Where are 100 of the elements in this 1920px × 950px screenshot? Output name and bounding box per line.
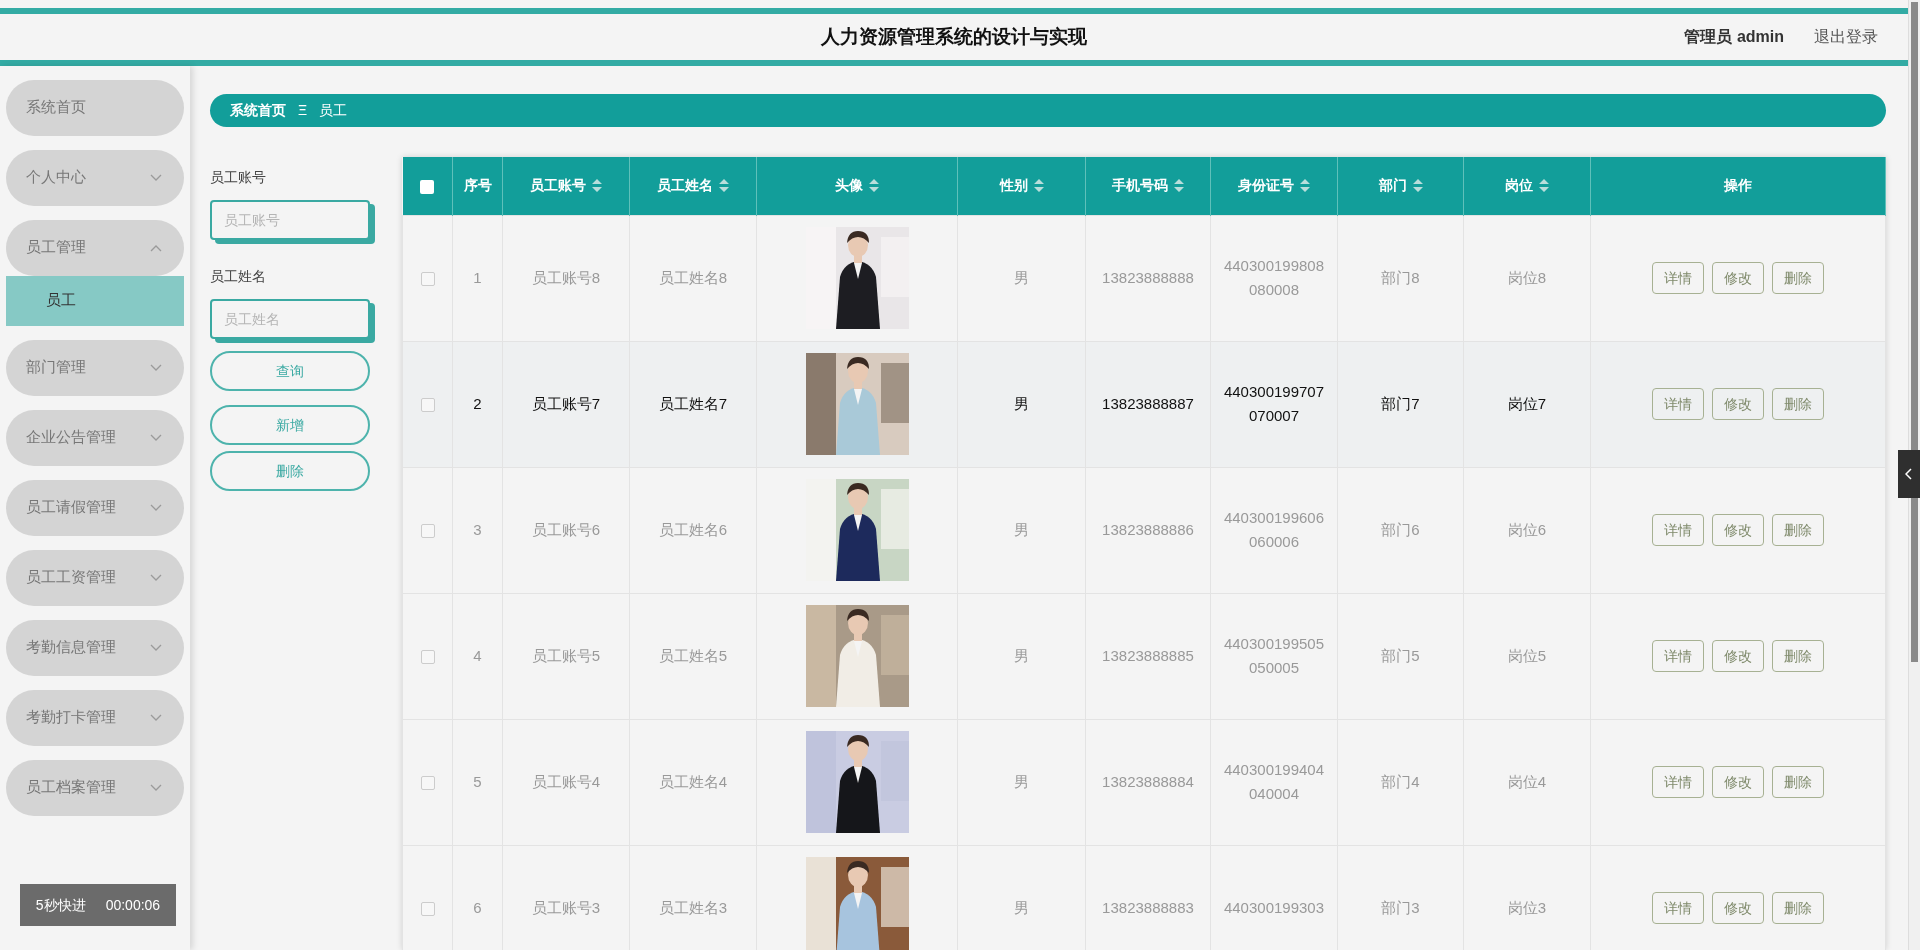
row-action-button[interactable]: 删除 [1772, 640, 1824, 673]
sort-icon [1412, 179, 1423, 193]
column-header: 部门 [1378, 177, 1407, 194]
action-button[interactable]: 查询 [210, 351, 370, 392]
column-header: 员工姓名 [657, 177, 713, 194]
row-checkbox[interactable] [420, 650, 435, 665]
sidebar-subitem[interactable]: 员工 [6, 276, 184, 326]
breadcrumb-separator: Ξ [298, 101, 308, 121]
table-cell: 岗位8 [1463, 215, 1591, 342]
table-cell: 员工账号5 [502, 593, 630, 720]
table-cell: 部门4 [1337, 719, 1464, 846]
column-header: 头像 [835, 177, 863, 194]
table-cell: 2 [452, 341, 503, 468]
sort-icon [1174, 179, 1184, 193]
table-cell: 岗位7 [1463, 341, 1591, 468]
sidebar-item[interactable]: 考勤信息管理 [6, 620, 184, 676]
collapse-button[interactable] [1898, 450, 1920, 498]
sort-icon [1300, 179, 1310, 193]
sidebar-item-label: 员工工资管理 [26, 568, 116, 588]
table-cell: 部门5 [1337, 593, 1464, 720]
input-field[interactable]: 员工姓名 [210, 299, 370, 340]
table-cell: 员工姓名4 [629, 719, 757, 846]
row-checkbox[interactable] [420, 398, 435, 413]
column-header: 性别 [999, 177, 1028, 194]
sort-icon [719, 179, 729, 193]
sidebar-item[interactable]: 个人中心 [6, 150, 184, 206]
row-action-button[interactable]: 详情 [1652, 766, 1704, 799]
column-header: 身份证号 [1238, 177, 1294, 194]
table-cell: 440300199505050005 [1210, 593, 1338, 720]
sidebar-item-label: 部门管理 [26, 358, 86, 378]
sidebar-item-label: 企业公告管理 [26, 428, 116, 448]
sort-icon [1033, 179, 1044, 193]
chevron-left-icon [1905, 468, 1913, 480]
action-button[interactable]: 删除 [210, 451, 370, 492]
row-action-button[interactable]: 详情 [1652, 892, 1704, 925]
table-cell: 13823888886 [1085, 467, 1211, 594]
table-cell: 员工姓名8 [629, 215, 757, 342]
scrollbar-thumb[interactable] [1911, 2, 1918, 662]
row-action-button[interactable]: 修改 [1712, 388, 1764, 421]
table-cell: 岗位4 [1463, 719, 1591, 846]
row-checkbox[interactable] [420, 524, 435, 539]
input-field[interactable]: 员工账号 [210, 200, 370, 241]
recorder-time: 00:00:06 [105, 895, 161, 915]
row-checkbox[interactable] [420, 272, 435, 287]
logout-link[interactable]: 退出登录 [1814, 25, 1878, 49]
table-cell: 男 [957, 719, 1086, 846]
row-action-button[interactable]: 详情 [1652, 262, 1704, 295]
breadcrumb-link[interactable]: 系统首页 [230, 100, 286, 122]
row-action-button[interactable]: 删除 [1772, 892, 1824, 925]
table-cell: 员工姓名6 [629, 467, 757, 594]
sidebar-item[interactable]: 员工档案管理 [6, 760, 184, 816]
table-cell: 部门7 [1337, 341, 1464, 468]
table-cell: 男 [957, 467, 1086, 594]
table-cell: 男 [957, 341, 1086, 468]
row-checkbox[interactable] [420, 776, 435, 791]
recorder-label: 5秒快进 [35, 895, 86, 915]
sidebar-item-label: 员工请假管理 [26, 498, 116, 518]
action-button[interactable]: 新增 [210, 405, 370, 446]
table-cell: 员工账号8 [502, 215, 630, 342]
column-header: 岗位 [1505, 177, 1533, 194]
table-cell: 3 [452, 467, 503, 594]
select-all-checkbox[interactable] [420, 179, 435, 194]
table-cell: 440300199606060006 [1210, 467, 1338, 594]
sidebar-item[interactable]: 员工管理 [6, 220, 184, 276]
row-action-button[interactable]: 详情 [1652, 388, 1704, 421]
table-cell: 5 [452, 719, 503, 846]
sidebar-item[interactable]: 考勤打卡管理 [6, 690, 184, 746]
sidebar-item[interactable]: 部门管理 [6, 340, 184, 396]
row-action-button[interactable]: 修改 [1712, 514, 1764, 547]
row-action-button[interactable]: 修改 [1712, 262, 1764, 295]
column-header: 序号 [463, 177, 492, 194]
table-cell: 13823888888 [1085, 215, 1211, 342]
table-cell: 13823888887 [1085, 341, 1211, 468]
row-action-button[interactable]: 删除 [1772, 514, 1824, 547]
sidebar-item[interactable]: 员工请假管理 [6, 480, 184, 536]
row-action-button[interactable]: 详情 [1652, 640, 1704, 673]
column-header: 手机号码 [1112, 177, 1168, 194]
row-action-button[interactable]: 删除 [1772, 388, 1824, 421]
table-cell: 岗位5 [1463, 593, 1591, 720]
sidebar-item-label: 员工档案管理 [26, 778, 116, 798]
sidebar-item[interactable]: 企业公告管理 [6, 410, 184, 466]
row-action-button[interactable]: 详情 [1652, 514, 1704, 547]
row-action-button[interactable]: 修改 [1712, 766, 1764, 799]
breadcrumb-current: 员工 [319, 101, 348, 121]
row-checkbox[interactable] [420, 902, 435, 917]
table-cell: 440300199707070007 [1210, 341, 1338, 468]
sidebar-item-label: 个人中心 [26, 168, 86, 188]
row-action-button[interactable]: 修改 [1712, 892, 1764, 925]
sort-icon [1539, 179, 1549, 193]
row-action-button[interactable]: 修改 [1712, 640, 1764, 673]
row-action-button[interactable]: 删除 [1772, 262, 1824, 295]
sidebar-item[interactable]: 系统首页 [6, 80, 184, 136]
table-cell: 男 [957, 215, 1086, 342]
table-cell: 员工账号7 [502, 341, 630, 468]
table-cell: 13823888884 [1085, 719, 1211, 846]
sidebar-item-label: 考勤信息管理 [26, 638, 116, 658]
sidebar-item[interactable]: 员工工资管理 [6, 550, 184, 606]
row-action-button[interactable]: 删除 [1772, 766, 1824, 799]
sidebar-item-label: 系统首页 [26, 98, 86, 118]
table-cell: 4 [452, 593, 503, 720]
